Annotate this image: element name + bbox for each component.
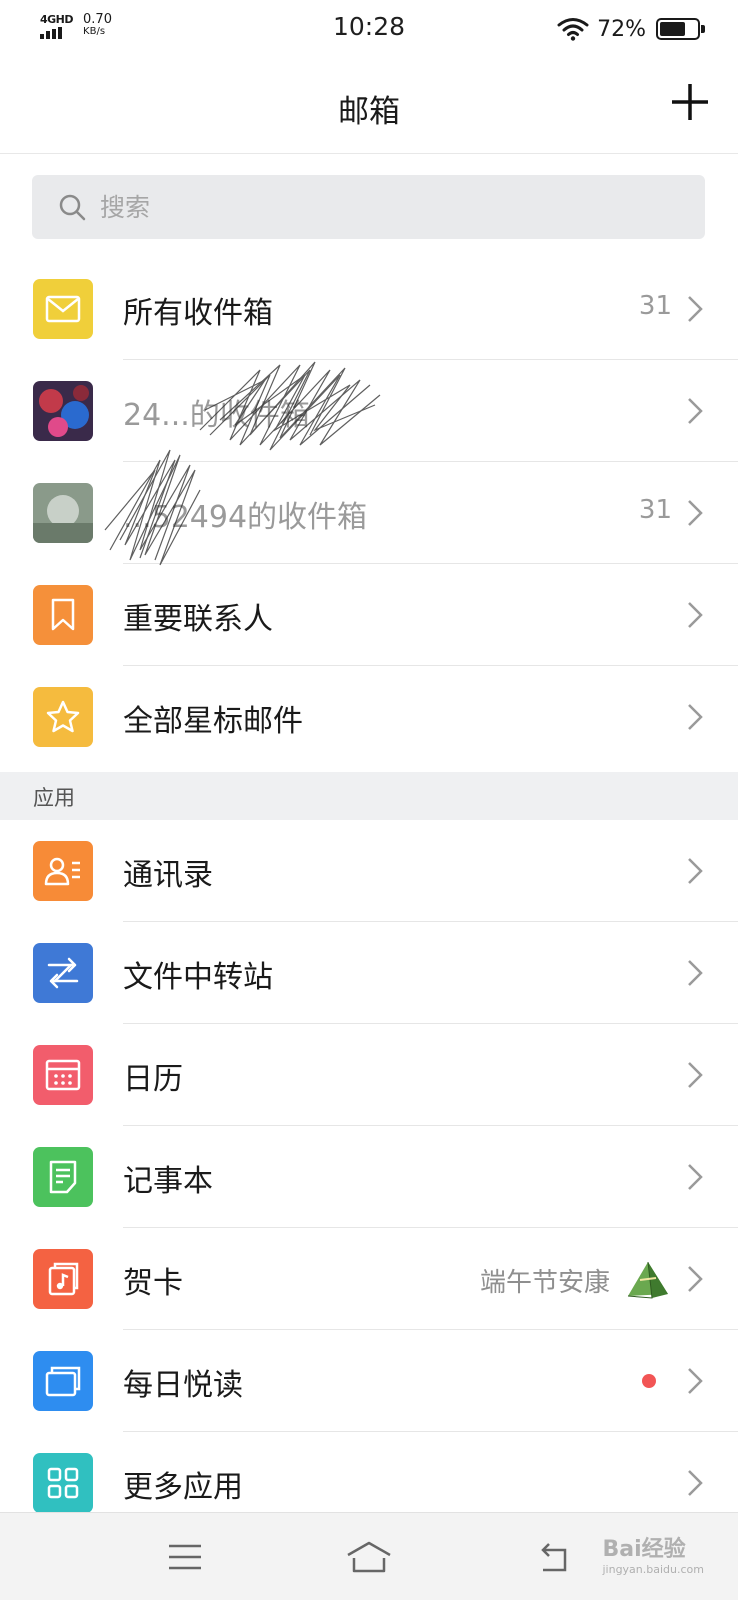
apps-section-header: 应用 (0, 772, 738, 820)
watermark-text: Bai经验 (602, 1537, 686, 1562)
home-icon (347, 1541, 391, 1573)
app-label: 记事本 (123, 1164, 213, 1199)
chevron-right-icon (688, 960, 703, 986)
mailbox-account-1[interactable]: 24...的收件箱 (0, 360, 738, 462)
app-label: 日历 (123, 1062, 183, 1097)
chevron-right-icon (688, 1062, 703, 1088)
app-label: 文件中转站 (123, 960, 273, 995)
chevron-right-icon (688, 1266, 703, 1292)
account-avatar (33, 483, 93, 543)
mailbox-account-2[interactable]: ...52494的收件箱 31 (0, 462, 738, 564)
reading-icon (33, 1351, 93, 1411)
mailbox-label: 重要联系人 (123, 602, 273, 637)
app-contacts[interactable]: 通讯录 (0, 820, 738, 922)
chevron-right-icon (688, 500, 703, 526)
battery-icon (656, 18, 705, 40)
app-header: 邮箱 (0, 58, 738, 154)
chevron-right-icon (688, 602, 703, 628)
transfer-icon (33, 943, 93, 1003)
chevron-right-icon (688, 1470, 703, 1496)
chevron-right-icon (688, 858, 703, 884)
back-icon (541, 1543, 567, 1572)
battery-percent: 72% (597, 16, 646, 42)
app-greeting-card[interactable]: 贺卡 端午节安康 (0, 1228, 738, 1330)
chevron-right-icon (688, 296, 703, 322)
mailbox-starred[interactable]: 全部星标邮件 (0, 666, 738, 768)
mailbox-vip-contacts[interactable]: 重要联系人 (0, 564, 738, 666)
mailbox-label: 全部星标邮件 (123, 704, 303, 739)
system-nav-bar: Bai经验 jingyan.baidu.com (0, 1512, 738, 1600)
plus-icon (672, 84, 708, 120)
watermark: Bai经验 jingyan.baidu.com (602, 1531, 704, 1576)
envelope-icon (33, 279, 93, 339)
status-bar: 4GHD 0.70 KB/s 10:28 72% (0, 0, 738, 58)
section-title: 应用 (33, 786, 75, 810)
unread-dot (642, 1374, 656, 1388)
mailbox-label: ...52494的收件箱 (123, 500, 368, 535)
watermark-sub: jingyan.baidu.com (602, 1563, 704, 1576)
unread-count: 31 (638, 291, 672, 321)
chevron-right-icon (688, 1164, 703, 1190)
menu-icon (169, 1544, 201, 1570)
app-daily-reading[interactable]: 每日悦读 (0, 1330, 738, 1432)
card-promo-text: 端午节安康 (479, 1267, 610, 1298)
app-label: 通讯录 (123, 858, 213, 893)
mailbox-all-inboxes[interactable]: 所有收件箱 31 (0, 258, 738, 360)
search-input[interactable] (100, 192, 660, 222)
app-file-transfer[interactable]: 文件中转站 (0, 922, 738, 1024)
card-icon (33, 1249, 93, 1309)
home-button[interactable] (344, 1535, 394, 1579)
wifi-icon (557, 18, 589, 41)
back-button[interactable] (530, 1535, 580, 1579)
notepad-icon (33, 1147, 93, 1207)
app-label: 每日悦读 (123, 1368, 243, 1403)
app-label: 贺卡 (123, 1266, 183, 1301)
chevron-right-icon (688, 398, 703, 424)
contacts-icon (33, 841, 93, 901)
account-avatar (33, 381, 93, 441)
search-bar[interactable] (32, 175, 705, 239)
search-icon (59, 194, 86, 221)
chevron-right-icon (688, 704, 703, 730)
add-button[interactable] (670, 82, 710, 122)
mailbox-label: 24...的收件箱 (123, 398, 310, 433)
unread-count: 31 (638, 495, 672, 525)
bookmark-icon (33, 585, 93, 645)
menu-button[interactable] (160, 1535, 210, 1579)
app-calendar[interactable]: 日历 (0, 1024, 738, 1126)
calendar-icon (33, 1045, 93, 1105)
chevron-right-icon (688, 1368, 703, 1394)
grid-icon (33, 1453, 93, 1513)
star-icon (33, 687, 93, 747)
app-label: 更多应用 (123, 1470, 243, 1505)
app-notepad[interactable]: 记事本 (0, 1126, 738, 1228)
zongzi-icon (627, 1261, 668, 1299)
page-title: 邮箱 (338, 94, 400, 130)
mailbox-label: 所有收件箱 (123, 296, 273, 331)
